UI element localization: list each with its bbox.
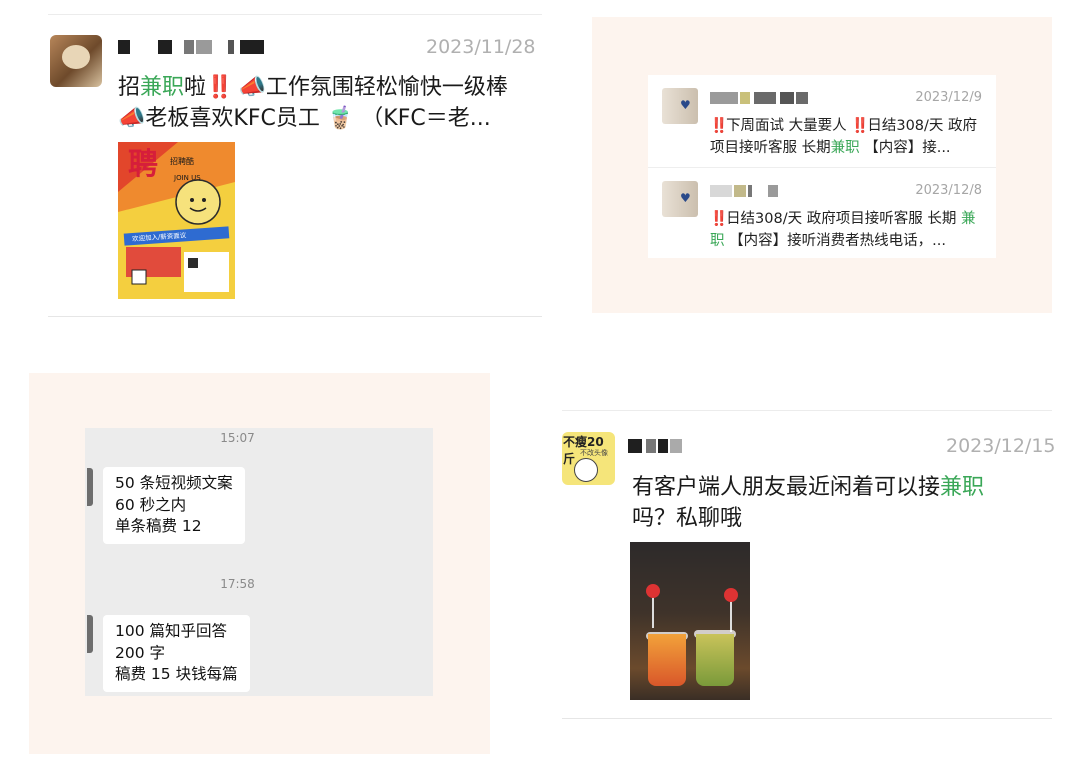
message-bubble[interactable]: 50 条短视频文案 60 秒之内 单条稿费 12 (103, 467, 245, 544)
bubble-tea-photo[interactable] (630, 542, 750, 700)
dog-avatar-icon (62, 45, 90, 69)
avatar[interactable]: ♥ (662, 181, 698, 217)
post-text: 招兼职啦‼️ 📣工作氛围轻松愉快一级棒 📣老板喜欢KFC员工 🧋 （KFC＝老.… (118, 75, 508, 131)
highlight-keyword: 兼职 (140, 75, 185, 100)
avatar[interactable]: ♥ (662, 88, 698, 124)
highlight-keyword: 兼职 (940, 475, 985, 500)
search-results-panel: ♥ 2023/12/9 ‼️下周面试 大量要人 ‼️日结308/天 政府项目接听… (592, 17, 1052, 313)
avatar[interactable]: 不瘦20斤 不改头像 (562, 432, 615, 485)
search-result-item[interactable]: ♥ 2023/12/9 ‼️下周面试 大量要人 ‼️日结308/天 政府项目接听… (648, 75, 996, 165)
result-date: 2023/12/8 (915, 183, 982, 198)
redacted-username (710, 185, 820, 197)
result-date: 2023/12/9 (915, 90, 982, 105)
redacted-username[interactable] (118, 40, 268, 54)
megaphone-icon: 📣 (118, 106, 146, 131)
chat-screenshot-panel: 15:07 50 条短视频文案 60 秒之内 单条稿费 12 17:58 100… (29, 373, 490, 754)
message-timestamp: 15:07 (220, 431, 255, 445)
message-timestamp: 17:58 (220, 577, 255, 591)
moments-post-client: 不瘦20斤 不改头像 2023/12/15 有客户端人朋友最近闲着可以接兼职 吗？… (562, 410, 1056, 720)
post-date: 2023/12/15 (946, 435, 1056, 457)
divider (562, 410, 1052, 411)
post-date: 2023/11/28 (426, 36, 536, 58)
message-bubble[interactable]: 100 篇知乎回答 200 字 稿费 15 块钱每篇 (103, 615, 250, 692)
bubble-tea-icon: 🧋 (326, 106, 355, 131)
redacted-username[interactable] (628, 439, 688, 453)
avatar[interactable] (50, 35, 102, 87)
divider (48, 316, 542, 317)
recruitment-poster-image[interactable]: 聘 招聘酷 JOIN US 欢迎加入/薪资面议 (118, 142, 235, 299)
svg-text:招聘酷: 招聘酷 (170, 156, 194, 166)
highlight-keyword: 兼职 (830, 140, 860, 156)
chat-window: 15:07 50 条短视频文案 60 秒之内 单条稿费 12 17:58 100… (85, 428, 433, 696)
divider (48, 14, 542, 15)
result-snippet: ‼️下周面试 大量要人 ‼️日结308/天 政府项目接听客服 长期兼职 【内容】… (710, 118, 978, 156)
cartoon-avatar-icon (574, 458, 598, 482)
moments-post-kfc: 2023/11/28 招兼职啦‼️ 📣工作氛围轻松愉快一级棒 📣老板喜欢KFC员… (48, 14, 542, 317)
avatar[interactable] (87, 615, 93, 653)
redacted-username (710, 92, 820, 104)
megaphone-icon: 📣 (238, 75, 266, 100)
heart-icon: ♥ (680, 191, 691, 205)
heart-icon: ♥ (680, 98, 691, 112)
divider (562, 718, 1052, 719)
svg-text:JOIN US: JOIN US (173, 174, 201, 182)
post-text: 有客户端人朋友最近闲着可以接兼职 吗？私聊哦 (632, 475, 985, 531)
poster-title: 聘 (128, 147, 158, 182)
search-results-card: ♥ 2023/12/9 ‼️下周面试 大量要人 ‼️日结308/天 政府项目接听… (648, 75, 996, 258)
result-snippet: ‼️日结308/天 政府项目接听客服 长期 兼职 【内容】接听消费者热线电话，.… (710, 211, 976, 249)
avatar[interactable] (87, 468, 93, 506)
search-result-item[interactable]: ♥ 2023/12/8 ‼️日结308/天 政府项目接听客服 长期 兼职 【内容… (648, 168, 996, 258)
